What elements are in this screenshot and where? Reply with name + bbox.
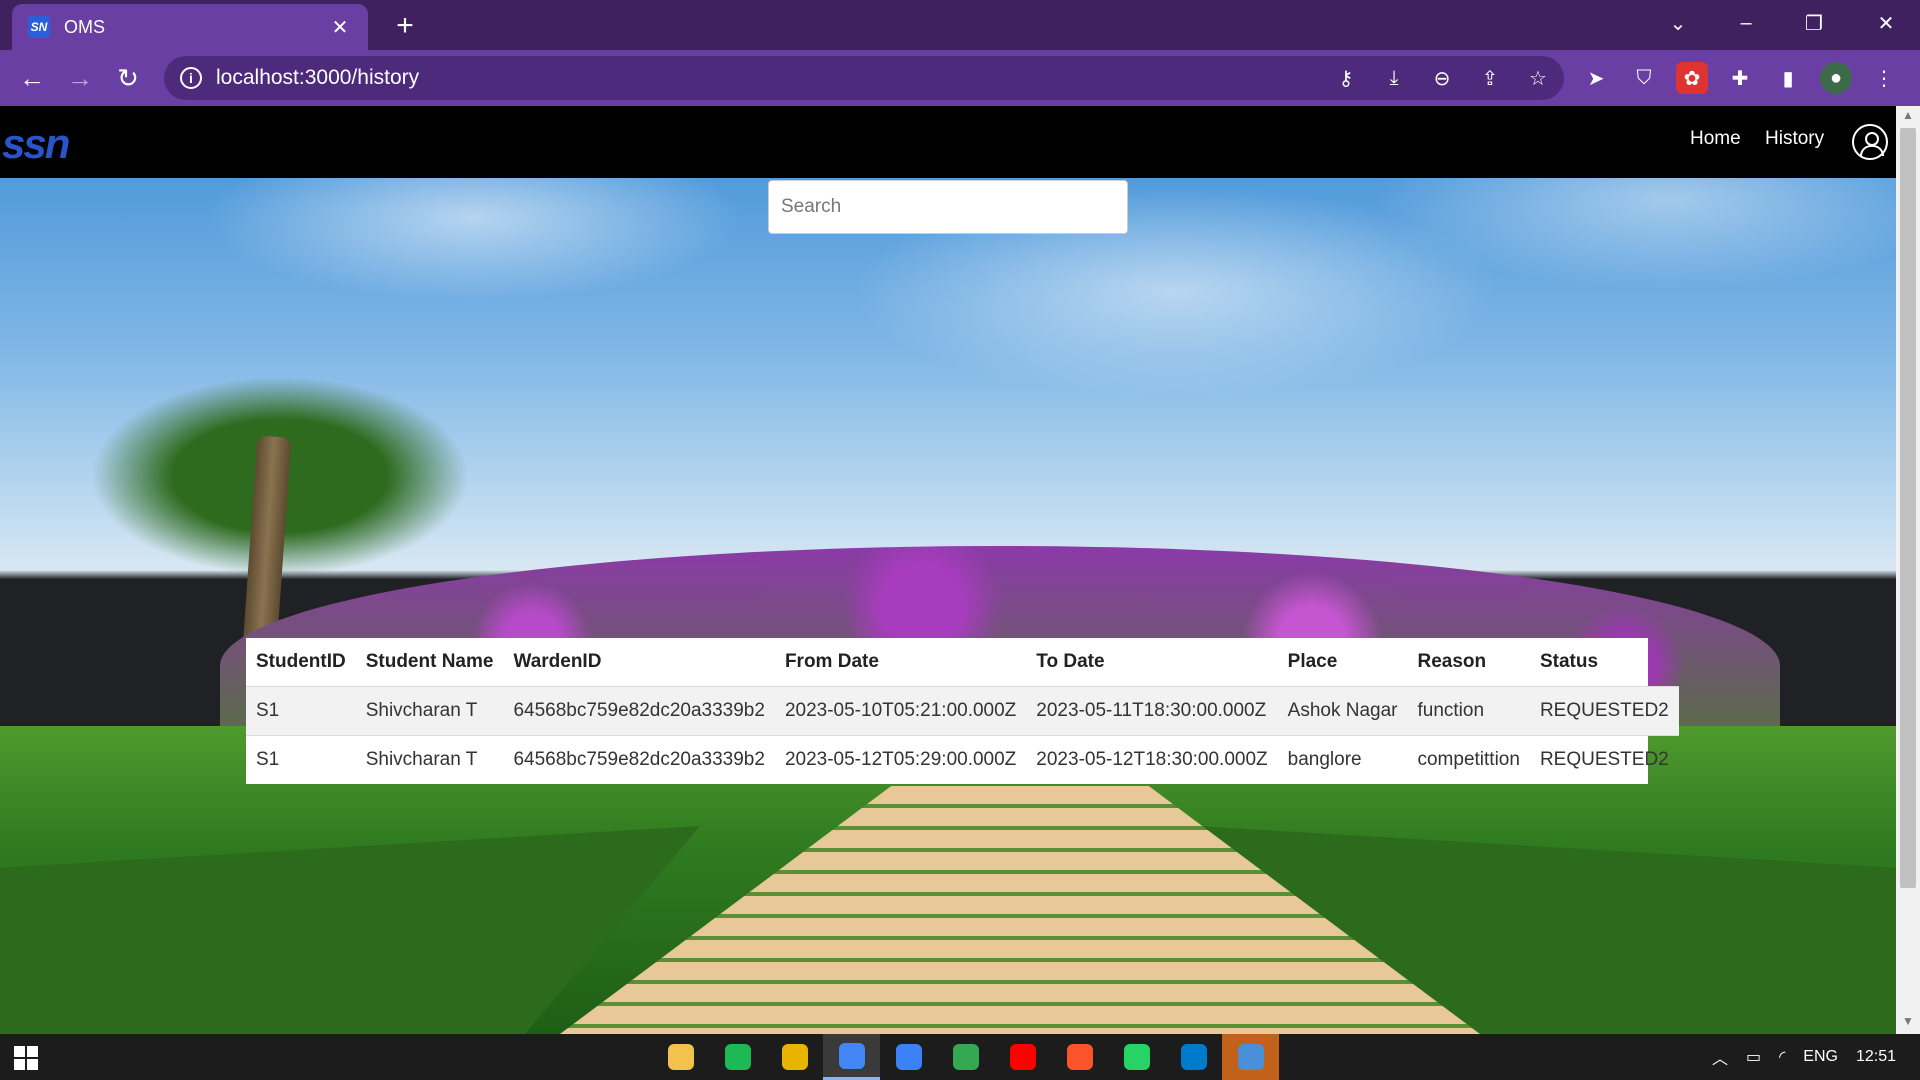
windows-start-icon[interactable] bbox=[14, 1046, 38, 1070]
share-icon[interactable]: ⇪ bbox=[1478, 66, 1502, 90]
user-account-icon[interactable] bbox=[1852, 124, 1888, 160]
cell-reason: competittion bbox=[1407, 734, 1530, 784]
wifi-icon[interactable]: ◜ bbox=[1779, 1047, 1785, 1067]
battery-icon[interactable]: ▭ bbox=[1746, 1047, 1761, 1067]
minimize-button[interactable]: – bbox=[1712, 0, 1780, 46]
app-yellow-icon-glyph bbox=[781, 1044, 808, 1070]
more-icon[interactable]: ⋮ bbox=[1868, 62, 1900, 94]
cell-student-id: S1 bbox=[246, 685, 356, 735]
scrollbar-thumb[interactable] bbox=[1900, 128, 1916, 888]
whatsapp-icon-glyph bbox=[1123, 1044, 1150, 1070]
tab-strip: SN OMS ✕ + ⌄ – ❐ ✕ bbox=[0, 0, 1920, 50]
cell-status: REQUESTED2 bbox=[1529, 685, 1679, 735]
file-explorer-icon-glyph bbox=[667, 1044, 694, 1070]
tab-search-icon[interactable]: ⌄ bbox=[1644, 0, 1712, 46]
history-table: StudentID Student Name WardenID From Dat… bbox=[246, 638, 1679, 784]
cell-to-date: 2023-05-11T18:30:00.000Z bbox=[1026, 685, 1278, 735]
browser-toolbar: ← → ↻ i localhost:3000/history ⚷ ⤓ ⊖ ⇪ ☆… bbox=[0, 50, 1920, 106]
app-yellow-icon[interactable] bbox=[766, 1034, 823, 1080]
cell-student-name: Shivcharan T bbox=[355, 734, 504, 784]
install-icon[interactable]: ⤓ bbox=[1382, 66, 1406, 90]
star-icon[interactable]: ☆ bbox=[1526, 66, 1550, 90]
page-viewport: ssn Home History StudentID Student Name … bbox=[0, 106, 1896, 1034]
browser-tab[interactable]: SN OMS ✕ bbox=[12, 4, 368, 50]
table-header-row: StudentID Student Name WardenID From Dat… bbox=[246, 638, 1679, 686]
browser-blue-icon[interactable] bbox=[880, 1034, 937, 1080]
restore-button[interactable]: ❐ bbox=[1780, 0, 1848, 46]
column-header: Status bbox=[1539, 650, 1599, 672]
brave-icon-glyph bbox=[1066, 1044, 1093, 1070]
app-orange-icon-glyph bbox=[1237, 1044, 1264, 1070]
tray-overflow-icon[interactable]: ︿ bbox=[1712, 1045, 1728, 1069]
key-icon[interactable]: ⚷ bbox=[1334, 66, 1358, 90]
column-header: To Date bbox=[1036, 650, 1105, 672]
cell-student-name: Shivcharan T bbox=[355, 685, 504, 735]
youtube-icon-glyph bbox=[1009, 1044, 1036, 1070]
table-row: S1 Shivcharan T 64568bc759e82dc20a3339b2… bbox=[246, 685, 1679, 735]
site-navbar: ssn Home History bbox=[0, 106, 1896, 178]
youtube-icon[interactable] bbox=[994, 1034, 1051, 1080]
spotify-icon[interactable] bbox=[709, 1034, 766, 1080]
app-orange-icon[interactable] bbox=[1222, 1034, 1279, 1080]
scroll-down-icon[interactable]: ▼ bbox=[1896, 1014, 1920, 1032]
address-bar[interactable]: i localhost:3000/history ⚷ ⤓ ⊖ ⇪ ☆ bbox=[164, 56, 1564, 100]
column-header: Student Name bbox=[365, 650, 494, 672]
puzzle-icon[interactable]: ✚ bbox=[1724, 62, 1756, 94]
column-header: Place bbox=[1287, 650, 1338, 672]
window-close-button[interactable]: ✕ bbox=[1852, 0, 1920, 46]
cell-place: banglore bbox=[1277, 734, 1408, 784]
cell-reason: function bbox=[1407, 685, 1530, 735]
tab-title: OMS bbox=[64, 16, 106, 37]
file-explorer-icon[interactable] bbox=[652, 1034, 709, 1080]
spotify-icon-glyph bbox=[724, 1044, 751, 1070]
cell-place: Ashok Nagar bbox=[1277, 685, 1408, 735]
search-input[interactable] bbox=[768, 180, 1128, 234]
new-tab-button[interactable]: + bbox=[388, 10, 422, 44]
sidebar-icon[interactable]: ▮ bbox=[1772, 62, 1804, 94]
back-button[interactable]: ← bbox=[12, 58, 52, 98]
cell-warden-id: 64568bc759e82dc20a3339b2 bbox=[503, 685, 775, 735]
whatsapp-icon[interactable] bbox=[1108, 1034, 1165, 1080]
cell-status: REQUESTED2 bbox=[1529, 734, 1679, 784]
vscode-icon-glyph bbox=[1180, 1044, 1207, 1070]
vscode-icon[interactable] bbox=[1165, 1034, 1222, 1080]
profile-avatar-icon[interactable]: ● bbox=[1820, 62, 1852, 94]
taskbar-apps bbox=[652, 1034, 1279, 1080]
zoom-out-icon[interactable]: ⊖ bbox=[1430, 66, 1454, 90]
url-text[interactable]: localhost:3000/history bbox=[216, 66, 419, 90]
windows-taskbar: ︿ ▭ ◜ ENG 12:51 bbox=[0, 1034, 1920, 1080]
scroll-up-icon[interactable]: ▲ bbox=[1896, 108, 1920, 126]
favicon-icon: SN bbox=[28, 16, 50, 38]
site-info-icon[interactable]: i bbox=[180, 67, 202, 89]
page-scrollbar[interactable]: ▲ ▼ bbox=[1896, 106, 1920, 1034]
cell-warden-id: 64568bc759e82dc20a3339b2 bbox=[503, 734, 775, 784]
ublock-icon[interactable]: ⛉ bbox=[1628, 62, 1660, 94]
browser-blue-icon-glyph bbox=[895, 1044, 922, 1070]
nav-home-link[interactable]: Home bbox=[1690, 128, 1741, 150]
column-header: WardenID bbox=[513, 650, 602, 672]
tab-close-icon[interactable]: ✕ bbox=[328, 15, 352, 40]
reload-button[interactable]: ↻ bbox=[108, 58, 148, 98]
column-header: StudentID bbox=[256, 650, 346, 672]
language-indicator[interactable]: ENG bbox=[1803, 1048, 1838, 1066]
nav-history-link[interactable]: History bbox=[1765, 128, 1824, 150]
cell-from-date: 2023-05-10T05:21:00.000Z bbox=[774, 685, 1027, 735]
chrome-icon[interactable] bbox=[823, 1034, 880, 1080]
ssn-logo[interactable]: ssn bbox=[2, 120, 70, 168]
table-row: S1 Shivcharan T 64568bc759e82dc20a3339b2… bbox=[246, 734, 1679, 784]
cell-to-date: 2023-05-12T18:30:00.000Z bbox=[1026, 734, 1278, 784]
clock[interactable]: 12:51 bbox=[1856, 1048, 1896, 1066]
chrome-alt-icon[interactable] bbox=[937, 1034, 994, 1080]
cursor-icon[interactable]: ➤ bbox=[1580, 62, 1612, 94]
chrome-icon-glyph bbox=[838, 1042, 865, 1069]
cell-student-id: S1 bbox=[246, 734, 356, 784]
column-header: Reason bbox=[1417, 650, 1487, 672]
column-header: From Date bbox=[784, 650, 879, 672]
brave-icon[interactable] bbox=[1051, 1034, 1108, 1080]
cell-from-date: 2023-05-12T05:29:00.000Z bbox=[774, 734, 1027, 784]
system-tray: ︿ ▭ ◜ ENG 12:51 bbox=[1712, 1034, 1920, 1080]
extension-red-icon[interactable]: ✿ bbox=[1676, 62, 1708, 94]
chrome-alt-icon-glyph bbox=[952, 1044, 979, 1070]
forward-button[interactable]: → bbox=[60, 58, 100, 98]
